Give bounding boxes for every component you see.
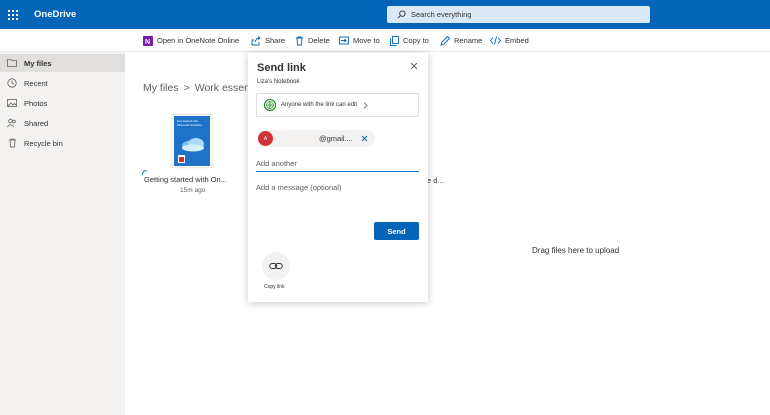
remove-recipient-button[interactable] bbox=[361, 135, 368, 142]
message-input[interactable]: Add a message (optional) bbox=[256, 183, 341, 192]
nav-item-label: Recycle bin bbox=[24, 138, 63, 148]
open-in-onenote-button[interactable]: N Open in OneNote Online bbox=[143, 29, 239, 52]
close-icon bbox=[361, 135, 368, 142]
breadcrumb: My files > Work essen bbox=[143, 82, 250, 94]
thumbnail-page: Get started with Microsoft OneNote bbox=[174, 116, 210, 166]
share-button[interactable]: Share bbox=[251, 29, 285, 52]
move-to-icon bbox=[339, 36, 349, 45]
embed-icon bbox=[490, 36, 501, 45]
globe-icon bbox=[264, 99, 276, 111]
dialog-subtitle: Liza's Notebook bbox=[257, 79, 300, 85]
chevron-right-icon bbox=[363, 101, 368, 109]
copy-link-label: Copy link bbox=[264, 284, 285, 290]
open-in-onenote-label: Open in OneNote Online bbox=[157, 36, 240, 45]
search-placeholder: Search everything bbox=[411, 10, 472, 19]
waffle-icon bbox=[8, 9, 18, 20]
drag-upload-hint: Drag files here to upload bbox=[532, 246, 620, 255]
nav-item-recycle-bin[interactable]: Recycle bin bbox=[0, 134, 125, 152]
embed-label: Embed bbox=[505, 36, 529, 45]
link-icon bbox=[269, 263, 283, 269]
file-name[interactable]: Getting started with On... bbox=[144, 175, 227, 184]
file-thumbnail[interactable]: Get started with Microsoft OneNote bbox=[172, 115, 212, 167]
search-box[interactable]: Search everything bbox=[387, 6, 650, 23]
recycle-bin-icon bbox=[6, 138, 18, 148]
file-modified-time: 15m ago bbox=[180, 187, 206, 194]
people-icon bbox=[6, 118, 18, 128]
thumbnail-title: Get started with Microsoft OneNote bbox=[177, 119, 203, 127]
clock-icon bbox=[6, 78, 18, 88]
share-label: Share bbox=[265, 36, 286, 45]
delete-button[interactable]: Delete bbox=[295, 29, 330, 52]
nav-item-shared[interactable]: Shared bbox=[0, 114, 125, 132]
delete-label: Delete bbox=[308, 36, 330, 45]
nav-item-my-files[interactable]: My files bbox=[0, 54, 125, 72]
nav-item-label: My files bbox=[24, 58, 52, 68]
link-permission-text: Anyone with the link can edit bbox=[281, 102, 358, 108]
recipient-email: @gmail.... bbox=[319, 134, 353, 143]
nav-item-recent[interactable]: Recent bbox=[0, 74, 125, 92]
link-permission-button[interactable]: Anyone with the link can edit bbox=[256, 93, 419, 117]
onenote-icon: N bbox=[143, 35, 153, 46]
close-button[interactable] bbox=[408, 60, 420, 72]
onenote-badge-icon bbox=[178, 155, 185, 163]
app-launcher-button[interactable] bbox=[2, 0, 24, 29]
rename-button[interactable]: Rename bbox=[440, 29, 482, 52]
nav-item-label: Photos bbox=[24, 98, 48, 108]
left-navigation: My files Recent Photos Shared Recycle bi… bbox=[0, 52, 125, 415]
recipient-pill[interactable]: A @gmail.... bbox=[257, 130, 375, 147]
top-bar: OneDrive Search everything bbox=[0, 0, 770, 29]
rename-label: Rename bbox=[454, 36, 483, 45]
delete-icon bbox=[295, 36, 304, 46]
nav-item-label: Recent bbox=[24, 78, 48, 88]
dialog-title: Send link bbox=[257, 62, 306, 74]
move-to-label: Move to bbox=[353, 36, 380, 45]
send-link-dialog: Send link Liza's Notebook Anyone with th… bbox=[248, 53, 428, 302]
share-icon bbox=[251, 35, 261, 46]
send-button[interactable]: Send bbox=[374, 222, 419, 240]
nav-item-photos[interactable]: Photos bbox=[0, 94, 125, 112]
breadcrumb-current[interactable]: Work essen bbox=[195, 82, 250, 94]
move-to-button[interactable]: Move to bbox=[339, 29, 380, 52]
close-icon bbox=[410, 62, 418, 70]
embed-button[interactable]: Embed bbox=[490, 29, 529, 52]
copy-to-icon bbox=[390, 35, 399, 46]
file-name-partial[interactable]: e d... bbox=[427, 176, 444, 185]
nav-item-label: Shared bbox=[24, 118, 49, 128]
command-bar: N Open in OneNote Online Share Delete Mo… bbox=[0, 29, 770, 52]
breadcrumb-separator: > bbox=[183, 82, 190, 94]
breadcrumb-root[interactable]: My files bbox=[143, 82, 179, 94]
copy-to-label: Copy to bbox=[403, 36, 429, 45]
photo-icon bbox=[6, 99, 18, 107]
app-brand[interactable]: OneDrive bbox=[34, 9, 76, 20]
copy-to-button[interactable]: Copy to bbox=[390, 29, 429, 52]
cloud-icon bbox=[182, 138, 204, 152]
search-icon bbox=[397, 10, 406, 19]
rename-icon bbox=[440, 35, 450, 46]
add-recipient-input[interactable]: Add another bbox=[256, 156, 419, 172]
copy-link-button[interactable] bbox=[262, 252, 290, 280]
folder-icon bbox=[6, 59, 18, 67]
svg-text:N: N bbox=[145, 39, 150, 46]
avatar: A bbox=[258, 131, 273, 146]
